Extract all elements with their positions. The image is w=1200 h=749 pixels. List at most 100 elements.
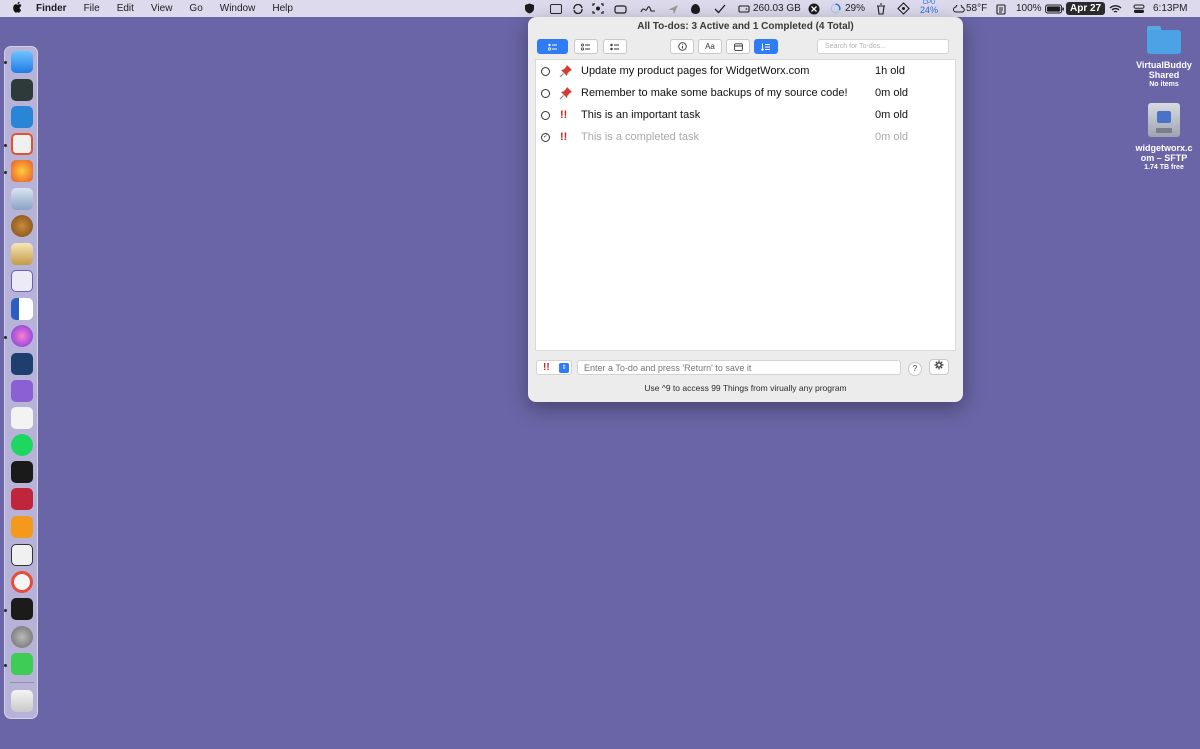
media-player-icon[interactable] (11, 353, 33, 375)
menu-app-name[interactable]: Finder (36, 3, 67, 14)
menu-file[interactable]: File (84, 3, 100, 14)
list-done-icon (610, 43, 619, 50)
active-todos-button[interactable] (574, 39, 598, 54)
todo-row[interactable]: Remember to make some backups of my sour… (536, 82, 955, 104)
cloud-icon (953, 4, 965, 12)
menu-go[interactable]: Go (189, 3, 202, 14)
terminal-icon[interactable] (11, 461, 33, 483)
desktop-item-sub: No items (1149, 81, 1179, 88)
progress-status[interactable]: 29% (830, 0, 865, 17)
display-status-icon[interactable] (550, 0, 562, 17)
disk-status[interactable]: 260.03 GB (738, 0, 801, 17)
sync-status-icon[interactable] (572, 0, 584, 17)
menu-help[interactable]: Help (272, 3, 293, 14)
layers-app-icon[interactable] (11, 544, 33, 566)
drive-status-icon[interactable] (614, 0, 627, 17)
todo-text: Update my product pages for WidgetWorx.c… (581, 65, 810, 77)
menu-view[interactable]: View (151, 3, 173, 14)
shield-status-icon[interactable] (524, 0, 535, 17)
todo-row[interactable]: Update my product pages for WidgetWorx.c… (536, 60, 955, 82)
weather-status[interactable]: 58°F (953, 0, 987, 17)
activity-monitor-icon[interactable] (11, 598, 33, 620)
xcode-icon[interactable] (11, 106, 33, 128)
finder-icon[interactable] (11, 51, 33, 73)
desktop-item-name: VirtualBuddy Shared (1136, 60, 1192, 80)
clock-status[interactable]: 6:13PM (1153, 0, 1187, 17)
info-button[interactable] (670, 39, 694, 54)
spotify-icon[interactable] (11, 434, 33, 456)
bbedit-icon[interactable] (11, 270, 33, 292)
headphones-app-icon[interactable] (11, 407, 33, 429)
checkbox[interactable] (541, 110, 550, 120)
downloader-icon[interactable] (11, 380, 33, 402)
control-center-icon[interactable] (1133, 0, 1145, 17)
home-app-icon[interactable] (11, 243, 33, 265)
apple-menu-icon[interactable] (0, 1, 36, 16)
all-todos-button[interactable] (537, 39, 568, 54)
cpu-status[interactable]: CPU 24% (920, 0, 938, 17)
chevron-updown-icon[interactable]: ⇕ (559, 363, 569, 373)
weather-text: 58°F (966, 3, 988, 14)
todo-row[interactable]: !! This is an important task 0m old (536, 104, 955, 126)
desktop-item-sub: 1.74 TB free (1144, 164, 1184, 171)
acorn-icon[interactable] (11, 215, 33, 237)
new-todo-input[interactable] (577, 360, 901, 375)
completed-todos-button[interactable] (603, 39, 627, 54)
beta-app-icon[interactable] (11, 516, 33, 538)
checkbox[interactable] (541, 88, 550, 98)
dock (4, 46, 38, 719)
running-indicator (4, 336, 7, 339)
settings-button[interactable] (929, 359, 949, 375)
help-button[interactable]: ? (908, 362, 922, 376)
rotate-status-icon[interactable] (897, 0, 910, 17)
dock-divider (10, 682, 34, 683)
wifi-status-icon[interactable] (1109, 0, 1122, 17)
checkmark-status-icon[interactable] (714, 0, 726, 17)
date-text: Apr 27 (1066, 2, 1106, 15)
priority-indicator: !! (560, 109, 568, 121)
game-app-icon[interactable] (11, 488, 33, 510)
running-indicator (4, 664, 7, 667)
font-button[interactable]: Aa (698, 39, 722, 54)
desktop-item-name: widgetworx.c om – SFTP (1135, 143, 1193, 163)
sort-list-icon (761, 43, 770, 51)
istat-status-icon[interactable] (808, 0, 820, 17)
system-settings-icon[interactable] (11, 626, 33, 648)
airplane-status-icon[interactable] (667, 0, 679, 17)
todo-window: All To-dos: 3 Active and 1 Completed (4 … (528, 17, 963, 402)
search-input[interactable]: Search for To-dos... (817, 39, 949, 54)
checkbox-checked[interactable]: ✓ (541, 132, 550, 142)
preview-icon[interactable] (11, 188, 33, 210)
launchpad-icon[interactable] (11, 79, 33, 101)
priority-selector[interactable]: !! ⇕ (536, 360, 572, 375)
window-title: All To-dos: 3 Active and 1 Completed (4 … (637, 21, 854, 32)
list-open-icon (581, 43, 590, 50)
signature-status-icon[interactable] (640, 0, 656, 17)
battery-percent: 100% (1016, 3, 1042, 14)
battery-status[interactable]: 100% (1016, 0, 1065, 17)
app-status-icon[interactable] (690, 0, 701, 17)
messages-icon[interactable] (11, 653, 33, 675)
date-status[interactable]: Apr 27 (1066, 0, 1106, 17)
lifebuoy-app-icon[interactable] (11, 571, 33, 593)
word-icon[interactable] (11, 298, 33, 320)
checkbox[interactable] (541, 66, 550, 76)
battery-icon (1044, 4, 1064, 13)
menu-edit[interactable]: Edit (117, 3, 134, 14)
menu-window[interactable]: Window (220, 3, 256, 14)
pushpin-icon (559, 64, 573, 78)
folder-icon (1147, 26, 1181, 54)
trash-icon[interactable] (11, 690, 33, 712)
brave-browser-icon[interactable] (11, 133, 33, 155)
desktop-item-sftp[interactable]: widgetworx.c om – SFTP 1.74 TB free (1126, 103, 1200, 172)
firefox-icon[interactable] (11, 160, 33, 182)
todo-row[interactable]: ✓ !! This is a completed task 0m old (536, 126, 955, 148)
clipboard-status-icon[interactable] (996, 0, 1006, 17)
screenshot-status-icon[interactable] (592, 0, 604, 17)
desktop-item-virtualbuddy[interactable]: VirtualBuddy Shared No items (1126, 26, 1200, 89)
trash-status-icon[interactable] (876, 0, 886, 17)
sort-button[interactable] (754, 39, 778, 54)
todo-age: 0m old (875, 131, 909, 143)
calendar-button[interactable] (726, 39, 750, 54)
nova-icon[interactable] (11, 325, 33, 347)
